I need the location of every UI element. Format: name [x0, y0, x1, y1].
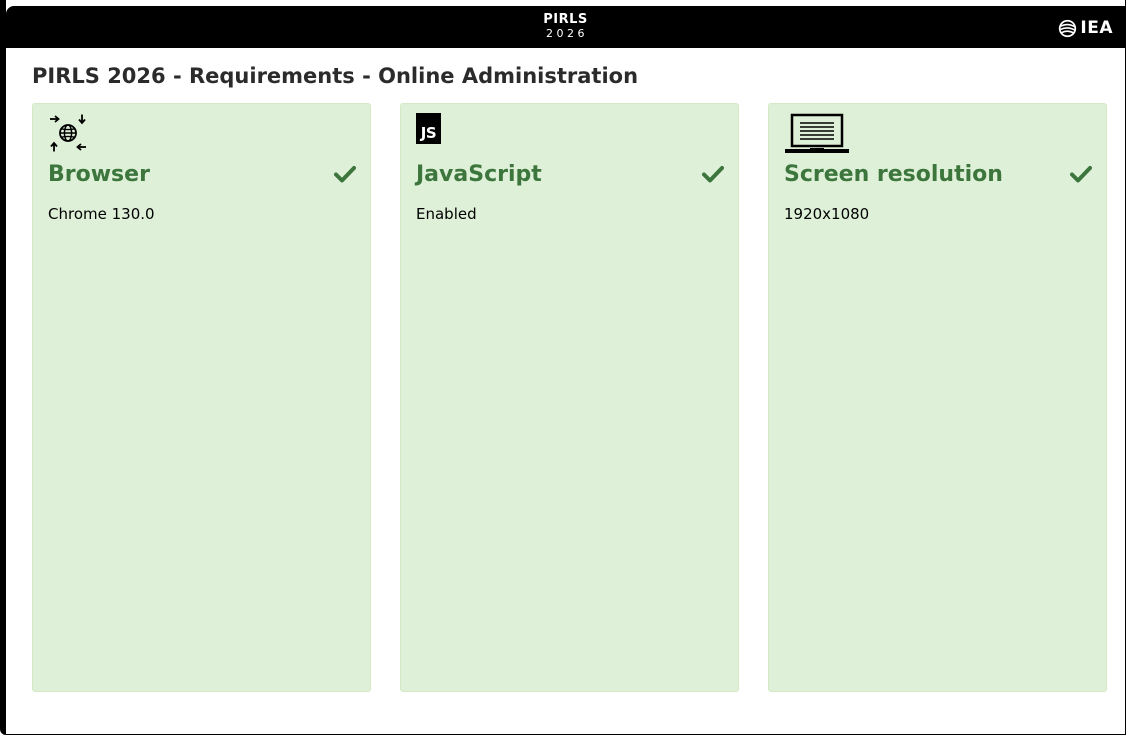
iea-globe-icon	[1058, 19, 1077, 38]
brand-wordmark: PIRLS 2026	[6, 13, 1125, 39]
check-icon	[1070, 165, 1092, 183]
brand-year: 2026	[546, 27, 588, 40]
laptop-icon	[784, 113, 852, 155]
javascript-badge-text: JS	[416, 113, 441, 144]
browser-globe-arrows-icon	[48, 113, 88, 153]
requirement-value: Chrome 130.0	[48, 205, 155, 223]
brand-name: PIRLS	[543, 12, 588, 27]
requirement-card-javascript: JS JavaScript Enabled	[400, 103, 739, 692]
requirement-card-screen-resolution: Screen resolution 1920x1080	[768, 103, 1107, 692]
requirement-title: JavaScript	[416, 162, 542, 187]
requirement-title: Screen resolution	[784, 162, 1003, 187]
check-icon	[702, 165, 724, 183]
check-icon	[334, 165, 356, 183]
requirement-card-browser: Browser Chrome 130.0	[32, 103, 371, 692]
requirement-title: Browser	[48, 162, 150, 187]
page-title: PIRLS 2026 - Requirements - Online Admin…	[32, 64, 639, 88]
javascript-icon: JS	[416, 113, 441, 144]
iea-logo-text: IEA	[1080, 18, 1113, 38]
top-bar: PIRLS 2026 IEA	[6, 6, 1125, 48]
requirement-value: 1920x1080	[784, 205, 870, 223]
iea-logo: IEA	[1058, 18, 1113, 38]
requirement-value: Enabled	[416, 205, 477, 223]
